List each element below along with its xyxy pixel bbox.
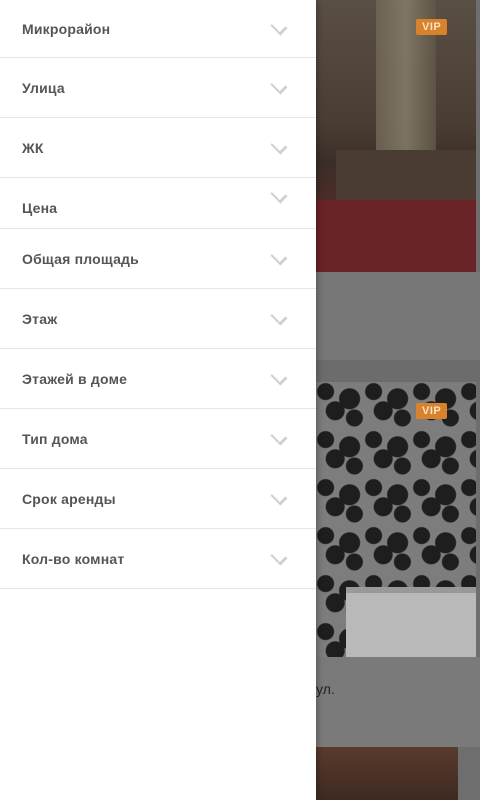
chevron-down-icon — [270, 18, 288, 35]
listing-photo-2[interactable] — [316, 382, 476, 657]
listing-info-1[interactable] — [316, 272, 480, 360]
filter-label: ЖК — [22, 139, 44, 156]
filter-label: Цена — [22, 200, 58, 216]
listing-photo-1[interactable] — [316, 0, 476, 272]
filter-microdistrict[interactable]: Микрорайон — [0, 0, 316, 58]
chevron-down-icon — [270, 186, 288, 204]
washing-machine-image-detail — [346, 587, 476, 657]
vip-badge: VIP — [416, 19, 448, 35]
feed-edge — [458, 747, 480, 800]
chevron-down-icon — [270, 428, 288, 445]
filter-building-type[interactable]: Тип дома — [0, 409, 316, 469]
listing-photo-3[interactable] — [316, 747, 458, 800]
chevron-down-icon — [270, 308, 288, 325]
filter-label: Этажей в доме — [22, 370, 128, 387]
chevron-down-icon — [270, 368, 288, 385]
filter-floor[interactable]: Этаж — [0, 289, 316, 349]
chevron-down-icon — [270, 488, 288, 505]
chair-image-detail — [316, 200, 476, 272]
filter-label: Тип дома — [22, 430, 88, 447]
filter-label: Этаж — [22, 310, 58, 327]
filter-label: Кол-во комнат — [22, 550, 125, 567]
filter-label: Срок аренды — [22, 490, 116, 507]
filter-street[interactable]: Улица — [0, 58, 316, 118]
card-divider — [316, 360, 480, 382]
chevron-down-icon — [270, 248, 288, 265]
filter-drawer: Микрорайон Улица ЖК Цена Общая площадь Э… — [0, 0, 316, 800]
chevron-down-icon — [270, 137, 288, 154]
table-image-detail — [336, 150, 476, 205]
filter-residential-complex[interactable]: ЖК — [0, 118, 316, 178]
filter-room-count[interactable]: Кол-во комнат — [0, 529, 316, 589]
filter-label: Улица — [22, 79, 65, 96]
chevron-down-icon — [270, 548, 288, 565]
listing-address-fragment: ул. — [316, 681, 335, 697]
filter-label: Микрорайон — [22, 20, 111, 37]
chevron-down-icon — [270, 77, 288, 94]
listing-info-2[interactable]: ул. — [316, 657, 480, 747]
filter-total-area[interactable]: Общая площадь — [0, 229, 316, 289]
vip-badge: VIP — [416, 403, 448, 419]
filter-price[interactable]: Цена — [0, 178, 316, 229]
filter-rental-term[interactable]: Срок аренды — [0, 469, 316, 529]
filter-label: Общая площадь — [22, 250, 139, 267]
filter-floors-in-building[interactable]: Этажей в доме — [0, 349, 316, 409]
